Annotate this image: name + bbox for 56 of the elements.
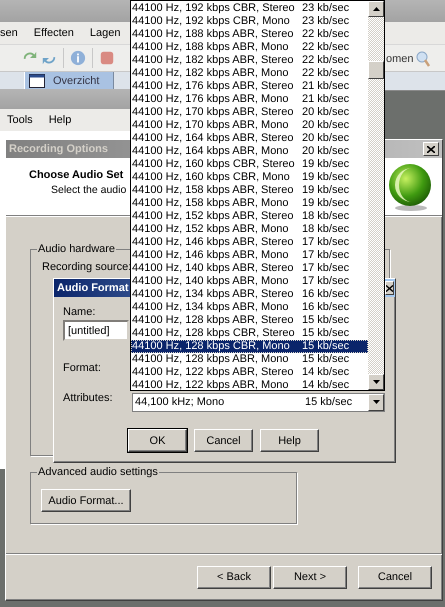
list-item[interactable]: 44100 Hz, 176 kbps ABR, Stereo 21 kb/sec xyxy=(131,80,368,93)
wizard-heading: Choose Audio Set xyxy=(29,169,124,181)
list-item[interactable]: 44100 Hz, 188 kbps ABR, Stereo 22 kb/sec xyxy=(131,28,368,41)
dialog-button[interactable]: Help xyxy=(260,429,319,452)
list-item[interactable]: 44100 Hz, 146 kbps ABR, Stereo 17 kb/sec xyxy=(131,236,368,249)
list-item[interactable]: 44100 Hz, 152 kbps ABR, Stereo 18 kb/sec xyxy=(131,210,368,223)
zoom-label[interactable]: omen xyxy=(386,53,414,65)
wizard-button[interactable]: < Back xyxy=(197,566,271,588)
list-item[interactable]: 44100 Hz, 164 kbps ABR, Stereo 20 kb/sec xyxy=(131,132,368,145)
list-item[interactable]: 44100 Hz, 182 kbps ABR, Mono 22 kb/sec xyxy=(131,67,368,80)
dialog-button[interactable]: OK xyxy=(128,429,187,452)
attributes-dropdown[interactable]: 44,100 kHz; Mono 15 kb/sec xyxy=(132,392,385,412)
list-item[interactable]: 44100 Hz, 164 kbps ABR, Mono 20 kb/sec xyxy=(131,145,368,158)
list-item[interactable]: 44100 Hz, 170 kbps ABR, Mono 20 kb/sec xyxy=(131,119,368,132)
attributes-label: Attributes: xyxy=(63,392,113,404)
wizard-button[interactable]: Next > xyxy=(273,566,347,588)
list-item[interactable]: 44100 Hz, 128 kbps CBR, Stereo 15 kb/sec xyxy=(131,327,368,340)
list-item[interactable]: 44100 Hz, 160 kbps CBR, Mono 19 kb/sec xyxy=(131,171,368,184)
list-item[interactable]: 44100 Hz, 128 kbps ABR, Stereo 15 kb/sec xyxy=(131,314,368,327)
wizard-button[interactable]: Cancel xyxy=(358,566,432,588)
dialog-title: Audio Format xyxy=(57,282,128,294)
menu-item[interactable]: Help xyxy=(48,114,72,126)
list-item[interactable]: 44100 Hz, 134 kbps ABR, Mono 16 kb/sec xyxy=(131,301,368,314)
list-item[interactable]: 44100 Hz, 140 kbps ABR, Mono 17 kb/sec xyxy=(131,275,368,288)
list-item[interactable]: 44100 Hz, 134 kbps ABR, Stereo 16 kb/sec xyxy=(131,288,368,301)
wizard-subheading: Select the audio xyxy=(51,184,126,196)
format-label: Format: xyxy=(63,362,101,374)
group-title: Advanced audio settings xyxy=(37,466,159,478)
dialog-button[interactable]: Cancel xyxy=(194,429,253,452)
menu-item[interactable]: sen xyxy=(0,27,18,39)
menu-item[interactable]: Lagen xyxy=(90,27,121,39)
list-item[interactable]: 44100 Hz, 182 kbps ABR, Stereo 22 kb/sec xyxy=(131,54,368,67)
list-item[interactable]: 44100 Hz, 122 kbps ABR, Mono 14 kb/sec xyxy=(131,379,368,390)
list-item[interactable]: 44100 Hz, 128 kbps CBR, Mono 15 kb/sec xyxy=(131,340,368,353)
tab[interactable]: Overzicht xyxy=(24,72,114,90)
menu-item[interactable]: Tools xyxy=(7,114,33,126)
list-item[interactable]: 44100 Hz, 128 kbps ABR, Mono 15 kb/sec xyxy=(131,353,368,366)
list-item[interactable]: 44100 Hz, 140 kbps ABR, Stereo 17 kb/sec xyxy=(131,262,368,275)
list-item[interactable]: 44100 Hz, 192 kbps CBR, Stereo 23 kb/sec xyxy=(131,2,368,15)
list-item[interactable]: 44100 Hz, 160 kbps CBR, Stereo 19 kb/sec xyxy=(131,158,368,171)
list-item[interactable]: 44100 Hz, 146 kbps ABR, Mono 17 kb/sec xyxy=(131,249,368,262)
group-title: Audio hardware xyxy=(37,243,116,255)
list-item[interactable]: 44100 Hz, 170 kbps ABR, Stereo 20 kb/sec xyxy=(131,106,368,119)
list-item[interactable]: 44100 Hz, 188 kbps ABR, Mono 22 kb/sec xyxy=(131,41,368,54)
list-item[interactable]: 44100 Hz, 176 kbps ABR, Mono 21 kb/sec xyxy=(131,93,368,106)
menu-item[interactable]: Effecten xyxy=(34,27,74,39)
dialog-title: Recording Options xyxy=(9,143,108,155)
list-item[interactable]: 44100 Hz, 158 kbps ABR, Stereo 19 kb/sec xyxy=(131,184,368,197)
list-item[interactable]: 44100 Hz, 158 kbps ABR, Mono 19 kb/sec xyxy=(131,197,368,210)
recording-source-label: Recording source: xyxy=(42,261,132,273)
list-item[interactable]: 44100 Hz, 152 kbps ABR, Mono 18 kb/sec xyxy=(131,223,368,236)
audio-format-button[interactable]: Audio Format... xyxy=(41,489,131,512)
name-field[interactable]: [untitled] xyxy=(63,320,129,341)
list-item[interactable]: 44100 Hz, 122 kbps ABR, Stereo 14 kb/sec xyxy=(131,366,368,379)
name-label: Name: xyxy=(63,306,96,318)
list-item[interactable]: 44100 Hz, 192 kbps CBR, Mono 23 kb/sec xyxy=(131,15,368,28)
